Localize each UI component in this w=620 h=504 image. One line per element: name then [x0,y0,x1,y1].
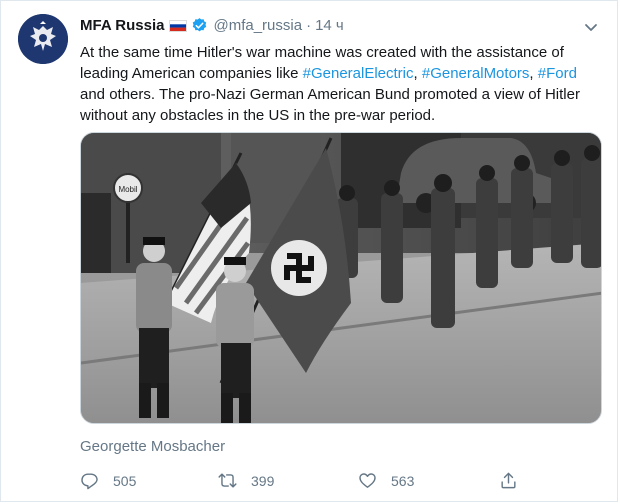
like-count: 563 [391,472,415,489]
sign-text: Mobil [118,185,137,194]
retweet-button[interactable]: 399 [218,471,274,490]
hashtag-general-motors[interactable]: #GeneralMotors [422,65,530,82]
account-name[interactable]: MFA Russia [80,17,164,34]
tweet-photo[interactable]: Mobil [80,132,602,424]
like-icon [359,473,376,488]
tweet-header: MFA Russia @mfa_russia · 14 ч [80,17,344,34]
tweet-text-part-2: , [413,65,422,82]
tweet-actions: 505 399 563 [80,471,520,493]
hashtag-ford[interactable]: #Ford [538,65,577,82]
russia-flag-icon [169,19,188,32]
hashtag-general-electric[interactable]: #GeneralElectric [303,65,414,82]
share-button[interactable] [499,471,532,490]
reply-button[interactable]: 505 [80,471,136,490]
avatar[interactable] [18,14,68,64]
tweet-card[interactable]: MFA Russia @mfa_russia · 14 ч At the sam… [0,0,618,502]
chevron-down-icon[interactable] [583,19,599,35]
reply-icon [81,473,98,490]
retweet-icon [218,473,237,488]
like-button[interactable]: 563 [358,471,414,490]
separator-dot: · [306,17,312,34]
photo-caption[interactable]: Georgette Mosbacher [80,438,225,455]
tweet-time[interactable]: 14 ч [315,17,344,34]
tweet-text-part-4: and others. The pro-Nazi German American… [80,86,580,124]
verified-badge-icon [191,17,208,34]
reply-count: 505 [113,472,137,489]
tweet-text-part-3: , [529,65,538,82]
tweet-text: At the same time Hitler's war machine wa… [80,42,605,126]
account-handle[interactable]: @mfa_russia [213,17,302,34]
retweet-count: 399 [251,472,275,489]
coat-of-arms-icon [18,14,68,64]
share-icon [501,472,516,489]
